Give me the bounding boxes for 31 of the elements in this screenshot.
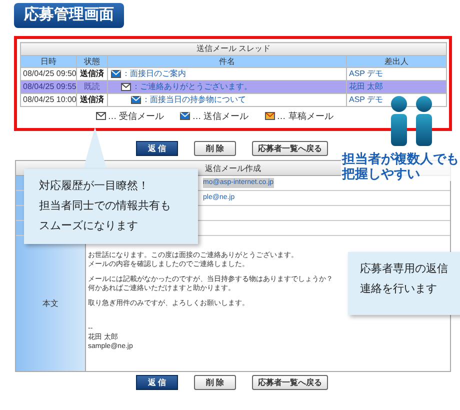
button[interactable]: 返 信 [136, 375, 178, 390]
button[interactable]: 返 信 [136, 141, 178, 156]
callout-text: 応募者専用の返信 [360, 262, 448, 277]
callout-text: 対応履歴が一目瞭然！ [39, 178, 149, 194]
legend-label: … 草稿メール [276, 110, 334, 122]
envelope-icon [111, 70, 121, 78]
button[interactable]: 応募者一覧へ戻る [252, 141, 328, 156]
button[interactable]: 削 除 [194, 375, 236, 390]
button[interactable]: 削 除 [194, 141, 236, 156]
page-title: 応募管理画面 [14, 3, 124, 28]
button[interactable]: 応募者一覧へ戻る [252, 375, 328, 390]
table-title: 送信メール スレッド [20, 42, 447, 56]
legend-label: … 送信メール [192, 110, 249, 122]
envelope-icon [180, 112, 190, 120]
callout-text: 担当者同士での情報共有も [39, 199, 171, 214]
field-label: 本文 [42, 298, 58, 310]
callout-text: スムーズになります [39, 219, 138, 234]
table-cell: 送信済 [76, 94, 108, 106]
envelope-icon [96, 112, 106, 120]
table-row[interactable]: 08/04/25 09:55 既読 ：ご連絡ありがとうございます。 花田 太郎 [20, 80, 447, 94]
table-cell: 08/04/25 10:00 [20, 94, 76, 106]
envelope-icon [264, 112, 275, 120]
people-icon [389, 96, 435, 146]
legend-label: … 受信メール [108, 110, 164, 122]
callout-text: 連絡を行います [360, 282, 437, 297]
table-row[interactable]: 08/04/25 09:50 送信済 ：面接日のご案内 ASP デモ [20, 68, 447, 80]
column-header: 日時 [20, 56, 76, 68]
column-header: 件名 [108, 56, 346, 68]
envelope-icon [121, 83, 131, 91]
column-header: 差出人 [346, 56, 447, 68]
envelope-icon [131, 96, 141, 104]
